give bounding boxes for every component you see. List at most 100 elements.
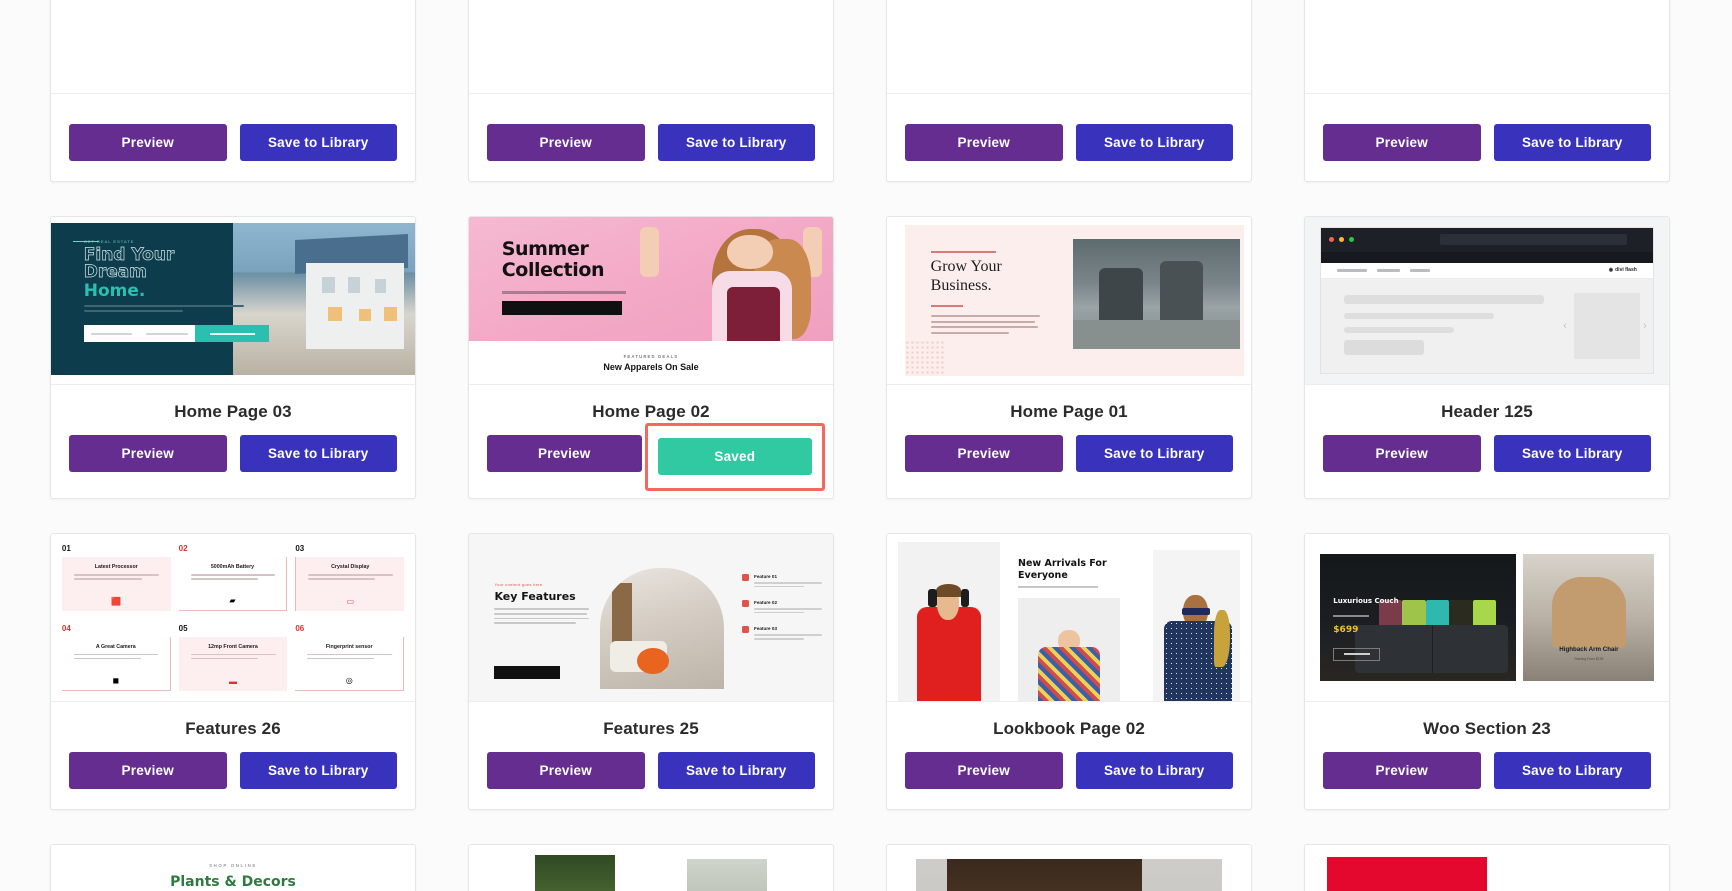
preview-button[interactable]: Preview [487,124,645,161]
preview-button[interactable]: Preview [69,124,227,161]
preview-button[interactable]: Preview [905,435,1063,472]
feature-bullet-icon [742,574,750,581]
card-title: Features 25 [603,719,699,738]
features25-kicker: Your content goes here. [494,582,544,587]
woo-price: $699 [1333,625,1359,636]
real-estate-search [83,325,270,342]
template-library-page: Preview Save to Library Preview Save to … [0,0,1732,891]
card-thumbnail [887,845,1251,891]
saved-highlight-outline: Saved [644,423,825,491]
card-actions: Preview Save to Library [51,435,415,492]
save-to-library-button[interactable]: Save to Library [239,435,397,472]
save-to-library-button[interactable]: Save to Library [1493,435,1651,472]
summer-cta-button [501,301,622,315]
template-card[interactable] [1304,844,1670,891]
features25-heading: Key Features [494,590,576,603]
feature-cell: 03 Crystal Display ▭ [295,544,405,616]
template-card-home-page-02[interactable]: Summer Collection FEATURED DEALS New Appa… [468,216,834,499]
business-paragraph [930,315,1040,337]
save-to-library-button[interactable]: Save to Library [1493,752,1651,789]
preview-button[interactable]: Preview [487,435,642,472]
features25-paragraph [494,608,590,627]
card-thumbnail: New Arrivals For Everyone [887,534,1251,702]
carousel-prev-icon: ‹ [1563,320,1567,333]
plants-heading: Plants & Decors [170,874,296,890]
preview-button[interactable]: Preview [1323,752,1481,789]
template-card[interactable]: Our Team [468,844,834,891]
template-card[interactable] [886,844,1252,891]
display-icon: ▭ [346,597,354,606]
saved-button[interactable]: Saved [657,438,812,475]
card-title: Lookbook Page 02 [993,719,1145,738]
card-actions: Preview Save to Library [887,435,1251,492]
save-to-library-button[interactable]: Save to Library [1075,435,1233,472]
front-camera-icon: ▬ [228,676,237,686]
list-item: Feature 03 [742,626,823,640]
card-title: Home Page 01 [1010,402,1128,421]
template-card-header-125[interactable]: ◉ divi flash ‹ › Header 125 Preview Save… [1304,216,1670,499]
template-card-home-page-03[interactable]: GET REAL ESTATE Find Your Dream Home. Ho… [50,216,416,499]
card-thumbnail: 01 Latest Processor 🟥 02 5000mAh Battery ▰… [51,534,415,702]
woo-shop-now-button [1333,647,1381,661]
feature-cell: 04 A Great Camera ◼ [61,624,171,696]
real-estate-cta-button [195,325,270,342]
card-actions: Preview Save to Library [469,124,833,181]
card-actions: Preview Save to Library [1305,435,1669,492]
divi-flash-logo: ◉ divi flash [1608,267,1637,273]
woo-product-title: Luxurious Couch [1333,597,1399,606]
template-card-woo-section-23[interactable]: Luxurious Couch $699 Highback Arm Chair … [1304,533,1670,810]
card-thumbnail [469,0,833,94]
card-thumbnail: Summer Collection FEATURED DEALS New Appa… [469,217,833,385]
template-card-features-26[interactable]: 01 Latest Processor 🟥 02 5000mAh Battery ▰… [50,533,416,810]
card-title [51,94,415,124]
real-estate-heading-2: Dream [83,262,147,282]
template-card[interactable]: Preview Save to Library [468,0,834,182]
template-card-home-page-01[interactable]: Grow Your Business. Home Page 01 Preview … [886,216,1252,499]
battery-icon: ▰ [229,596,236,605]
template-card-features-25[interactable]: Your content goes here. Key Features Fea… [468,533,834,810]
preview-button[interactable]: Preview [69,752,227,789]
template-card[interactable]: Preview Save to Library [886,0,1252,182]
summer-heading: Summer Collection [501,238,605,282]
woo-right-subtitle: Starting From $199 [1574,656,1604,661]
logo-mark-icon: ◉ [1608,267,1614,273]
card-actions: Preview Save to Library [887,752,1251,809]
preview-button[interactable]: Preview [1323,124,1481,161]
real-estate-paragraph [83,305,244,315]
woo-right-title: Highback Arm Chair [1559,646,1619,654]
card-title [887,94,1251,124]
card-title: Home Page 03 [174,402,292,421]
template-card-grid: Preview Save to Library Preview Save to … [50,0,1670,891]
template-card[interactable]: Preview Save to Library [1304,0,1670,182]
preview-button[interactable]: Preview [487,752,645,789]
chip-icon: 🟥 [111,597,122,606]
carousel-next-icon: › [1643,320,1647,333]
save-to-library-button[interactable]: Save to Library [239,124,397,161]
save-to-library-button[interactable]: Save to Library [239,752,397,789]
summer-footer-title: New Apparels On Sale [603,362,699,372]
save-to-library-button[interactable]: Save to Library [657,752,815,789]
summer-subheading [501,291,626,294]
save-to-library-button[interactable]: Save to Library [1075,124,1233,161]
preview-button[interactable]: Preview [1323,435,1481,472]
preview-button[interactable]: Preview [905,752,1063,789]
preview-button[interactable]: Preview [905,124,1063,161]
template-card[interactable]: Preview Save to Library [50,0,416,182]
features25-cta-button [494,666,560,679]
card-thumbnail [1305,845,1669,891]
template-card[interactable]: SHOP ONLINE Plants & Decors [50,844,416,891]
card-thumbnail: Your content goes here. Key Features Fea… [469,534,833,702]
card-thumbnail: Our Team [469,845,833,891]
template-card-lookbook-page-02[interactable]: New Arrivals For Everyone Lookbook Page 0… [886,533,1252,810]
save-to-library-button[interactable]: Save to Library [657,124,815,161]
camera-icon: ◼ [112,675,120,685]
feature-cell: 02 5000mAh Battery ▰ [178,544,288,616]
preview-button[interactable]: Preview [69,435,227,472]
feature-cell: 01 Latest Processor 🟥 [61,544,171,616]
save-to-library-button[interactable]: Save to Library [1075,752,1233,789]
lookbook-heading: New Arrivals For Everyone [1018,558,1107,582]
save-to-library-button[interactable]: Save to Library [1493,124,1651,161]
card-actions: Preview Save to Library [469,752,833,809]
card-actions: Preview Save to Library [51,752,415,809]
fingerprint-icon: ◎ [345,675,353,685]
